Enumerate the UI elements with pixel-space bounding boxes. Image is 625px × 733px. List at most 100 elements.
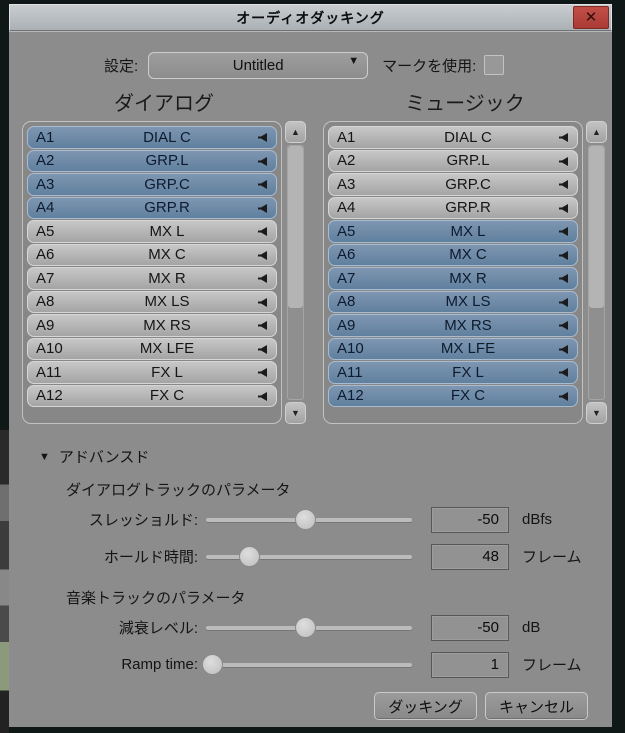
ramp-time-slider[interactable] bbox=[202, 653, 412, 677]
speaker-icon[interactable] bbox=[256, 131, 269, 144]
scrollbar-track[interactable] bbox=[588, 145, 605, 400]
track-id: A8 bbox=[337, 293, 356, 311]
speaker-icon[interactable] bbox=[557, 343, 570, 356]
scrollbar-thumb[interactable] bbox=[589, 146, 604, 308]
speaker-icon[interactable] bbox=[557, 366, 570, 379]
slider-thumb[interactable] bbox=[239, 545, 261, 567]
param-row-threshold: スレッショルド: -50 dBfs bbox=[9, 501, 612, 538]
speaker-icon[interactable] bbox=[256, 343, 269, 356]
speaker-icon[interactable] bbox=[557, 319, 570, 332]
advanced-toggle[interactable]: ▼ アドバンスド bbox=[39, 446, 612, 467]
music-scrollbar[interactable]: ▲ ▼ bbox=[586, 121, 607, 424]
track-columns: ダイアログ A1 DIAL C A2 GRP.L A3 GRP.C A4 GRP.R A5 MX … bbox=[9, 89, 612, 424]
track-id: A11 bbox=[36, 363, 62, 381]
speaker-icon[interactable] bbox=[256, 366, 269, 379]
speaker-icon[interactable] bbox=[557, 178, 570, 191]
speaker-icon[interactable] bbox=[256, 202, 269, 215]
duck-button[interactable]: ダッキング bbox=[374, 692, 477, 720]
ramp-time-value[interactable]: 1 bbox=[431, 651, 509, 678]
track-row-a5[interactable]: A5 MX L bbox=[328, 220, 578, 243]
slider-thumb[interactable] bbox=[294, 508, 316, 530]
slider-thumb[interactable] bbox=[202, 653, 224, 675]
close-button[interactable]: ✕ bbox=[573, 6, 609, 29]
parameter-group-label: ダイアログトラックのパラメータ bbox=[66, 482, 291, 499]
track-id: A2 bbox=[337, 152, 356, 170]
track-id: A12 bbox=[36, 387, 63, 405]
track-row-a6[interactable]: A6 MX C bbox=[328, 243, 578, 266]
scroll-up-button[interactable]: ▲ bbox=[285, 121, 306, 143]
advanced-section: ダイアログトラックのパラメータ スレッショルド: -50 dBfs ホールド時間: 48 フ… bbox=[9, 479, 612, 683]
speaker-icon[interactable] bbox=[256, 296, 269, 309]
track-name: FX L bbox=[151, 363, 183, 381]
track-name: DIAL C bbox=[444, 128, 492, 146]
track-name: FX C bbox=[450, 387, 486, 405]
slider-thumb[interactable] bbox=[294, 616, 316, 638]
param-row-attenuation-level: 減衰レベル: -50 dB bbox=[9, 609, 612, 646]
cancel-button[interactable]: キャンセル bbox=[485, 692, 588, 720]
track-row-a8[interactable]: A8 MX LS bbox=[27, 290, 277, 313]
background-app-sliver bbox=[0, 430, 9, 733]
track-row-a12[interactable]: A12 FX C bbox=[328, 384, 578, 407]
speaker-icon[interactable] bbox=[557, 225, 570, 238]
scrollbar-thumb[interactable] bbox=[288, 146, 303, 308]
track-row-a6[interactable]: A6 MX C bbox=[27, 243, 277, 266]
speaker-icon[interactable] bbox=[256, 272, 269, 285]
track-row-a2[interactable]: A2 GRP.L bbox=[27, 149, 277, 172]
threshold-value[interactable]: -50 bbox=[431, 506, 509, 533]
track-row-a12[interactable]: A12 FX C bbox=[27, 384, 277, 407]
track-name: MX C bbox=[148, 246, 186, 264]
speaker-icon[interactable] bbox=[557, 155, 570, 168]
settings-label: 設定: bbox=[104, 57, 139, 75]
track-row-a4[interactable]: A4 GRP.R bbox=[328, 196, 578, 219]
threshold-slider[interactable] bbox=[206, 508, 412, 532]
speaker-icon[interactable] bbox=[256, 390, 269, 403]
speaker-icon[interactable] bbox=[256, 155, 269, 168]
attenuation-level-unit: dB bbox=[522, 619, 541, 636]
speaker-icon[interactable] bbox=[256, 225, 269, 238]
track-id: A3 bbox=[36, 175, 55, 193]
track-row-a1[interactable]: A1 DIAL C bbox=[328, 126, 578, 149]
speaker-icon[interactable] bbox=[557, 202, 570, 215]
track-row-a11[interactable]: A11 FX L bbox=[328, 361, 578, 384]
track-row-a11[interactable]: A11 FX L bbox=[27, 361, 277, 384]
track-row-a9[interactable]: A9 MX RS bbox=[27, 314, 277, 337]
speaker-icon[interactable] bbox=[557, 131, 570, 144]
track-name: MX R bbox=[148, 269, 186, 287]
arrow-down-icon: ▼ bbox=[592, 407, 601, 418]
track-row-a7[interactable]: A7 MX R bbox=[27, 267, 277, 290]
track-name: MX LS bbox=[144, 293, 190, 311]
track-row-a2[interactable]: A2 GRP.L bbox=[328, 149, 578, 172]
track-row-a5[interactable]: A5 MX L bbox=[27, 220, 277, 243]
arrow-up-icon: ▲ bbox=[592, 126, 601, 137]
track-row-a3[interactable]: A3 GRP.C bbox=[27, 173, 277, 196]
track-row-a10[interactable]: A10 MX LFE bbox=[27, 337, 277, 360]
track-row-a8[interactable]: A8 MX LS bbox=[328, 290, 578, 313]
preset-dropdown[interactable]: Untitled ▼ bbox=[148, 51, 369, 79]
hold-time-value[interactable]: 48 bbox=[431, 543, 509, 570]
track-row-a7[interactable]: A7 MX R bbox=[328, 267, 578, 290]
speaker-icon[interactable] bbox=[256, 319, 269, 332]
track-row-a1[interactable]: A1 DIAL C bbox=[27, 126, 277, 149]
track-row-a3[interactable]: A3 GRP.C bbox=[328, 173, 578, 196]
track-row-a9[interactable]: A9 MX RS bbox=[328, 314, 578, 337]
speaker-icon[interactable] bbox=[557, 272, 570, 285]
track-row-a4[interactable]: A4 GRP.R bbox=[27, 196, 277, 219]
scroll-down-button[interactable]: ▼ bbox=[586, 402, 607, 424]
titlebar[interactable]: オーディオダッキング ✕ bbox=[9, 4, 612, 31]
use-marks-checkbox[interactable] bbox=[484, 55, 505, 75]
hold-time-slider[interactable] bbox=[206, 545, 412, 569]
track-row-a10[interactable]: A10 MX LFE bbox=[328, 337, 578, 360]
track-id: A11 bbox=[337, 363, 363, 381]
dialog-scrollbar[interactable]: ▲ ▼ bbox=[285, 121, 306, 424]
scroll-up-button[interactable]: ▲ bbox=[586, 121, 607, 143]
speaker-icon[interactable] bbox=[557, 296, 570, 309]
speaker-icon[interactable] bbox=[256, 178, 269, 191]
attenuation-level-slider[interactable] bbox=[206, 616, 412, 640]
scroll-down-button[interactable]: ▼ bbox=[285, 402, 306, 424]
track-id: A3 bbox=[337, 175, 356, 193]
speaker-icon[interactable] bbox=[557, 249, 570, 262]
speaker-icon[interactable] bbox=[557, 390, 570, 403]
speaker-icon[interactable] bbox=[256, 249, 269, 262]
scrollbar-track[interactable] bbox=[287, 145, 304, 400]
attenuation-level-value[interactable]: -50 bbox=[431, 614, 509, 641]
